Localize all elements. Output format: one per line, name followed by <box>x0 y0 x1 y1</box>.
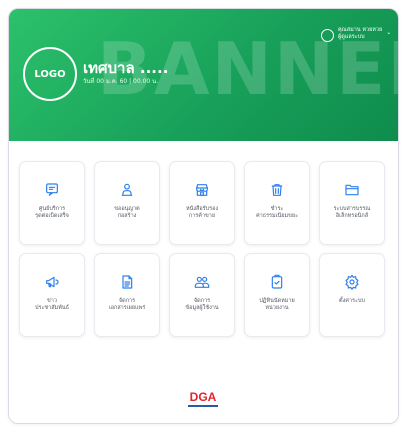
service-tile-label: ตั้งค่าระบบ <box>339 298 365 304</box>
users-icon <box>194 274 210 290</box>
service-tile-e-document[interactable]: ระบบสารบรรณ อิเล็กทรอนิกส์ <box>319 161 385 245</box>
org-subtitle: วันที่ 00 ม.ค. 60 | 00.00 น. <box>83 78 159 85</box>
shop-icon <box>194 182 210 198</box>
service-tile-agency-approval[interactable]: ปฏิทินนัดหมาย หน่วยงาน <box>244 253 310 337</box>
folder-icon <box>344 182 360 198</box>
service-grid: ศูนย์บริการ รุดต่อเบ็ดเสร็จ ขออนุญาต ก่อส… <box>19 161 388 337</box>
message-icon <box>44 182 60 198</box>
trash-icon <box>269 182 285 198</box>
service-tile-document-management[interactable]: จัดการ เอกสารเผยแพร่ <box>94 253 160 337</box>
service-tile-waste-fee[interactable]: ชำระ ค่าธรรมเนียมขยะ <box>244 161 310 245</box>
megaphone-icon <box>44 274 60 290</box>
service-tile-complaint-center[interactable]: ศูนย์บริการ รุดต่อเบ็ดเสร็จ <box>19 161 85 245</box>
service-tile-settings[interactable]: ตั้งค่าระบบ <box>319 253 385 337</box>
banner: BANNER LOGO เทศบาล ..... วันที่ 00 ม.ค. … <box>9 9 398 141</box>
service-tile-user-management[interactable]: จัดการ ข้อมูลผู้ใช้งาน <box>169 253 235 337</box>
service-tile-label: ชำระ ค่าธรรมเนียมขยะ <box>255 206 299 219</box>
service-tile-label: จัดการ เอกสารเผยแพร่ <box>108 298 146 311</box>
person-icon <box>119 182 135 198</box>
service-tile-label: จัดการ ข้อมูลผู้ใช้งาน <box>185 298 219 311</box>
service-tile-business-license[interactable]: หนังสือรับรอง การค้าขาย <box>169 161 235 245</box>
dga-logo-text: DGA <box>189 390 217 404</box>
user-role: ผู้ดูแลระบบ <box>338 34 365 40</box>
user-name: คุณสมาน หวยหวย <box>338 27 383 33</box>
clipboard-check-icon <box>269 274 285 290</box>
app-frame: BANNER LOGO เทศบาล ..... วันที่ 00 ม.ค. … <box>8 8 399 424</box>
logo-label: LOGO <box>34 68 66 80</box>
service-tile-news[interactable]: ข่าว ประชาสัมพันธ์ <box>19 253 85 337</box>
service-tile-label: ปฏิทินนัดหมาย หน่วยงาน <box>259 298 295 311</box>
service-tile-label: ข่าว ประชาสัมพันธ์ <box>35 298 69 311</box>
org-name: เทศบาล ..... <box>83 59 169 77</box>
service-tile-label: ระบบสารบรรณ อิเล็กทรอนิกส์ <box>333 206 371 219</box>
service-tile-label: ศูนย์บริการ รุดต่อเบ็ดเสร็จ <box>35 206 69 219</box>
chevron-down-icon[interactable]: ⌄ <box>386 29 391 36</box>
service-tile-work-request[interactable]: ขออนุญาต ก่อสร้าง <box>94 161 160 245</box>
dga-logo-bar <box>188 405 218 407</box>
logo: LOGO <box>23 47 77 101</box>
dga-logo: DGA <box>183 391 223 411</box>
gear-icon <box>344 274 360 290</box>
document-icon <box>119 274 135 290</box>
user-avatar-icon <box>321 29 334 42</box>
service-tile-label: หนังสือรับรอง การค้าขาย <box>185 206 219 219</box>
user-menu[interactable]: คุณสมาน หวยหวย ผู้ดูแลระบบ ⌄ <box>321 27 391 42</box>
service-tile-label: ขออนุญาต ก่อสร้าง <box>114 206 140 219</box>
